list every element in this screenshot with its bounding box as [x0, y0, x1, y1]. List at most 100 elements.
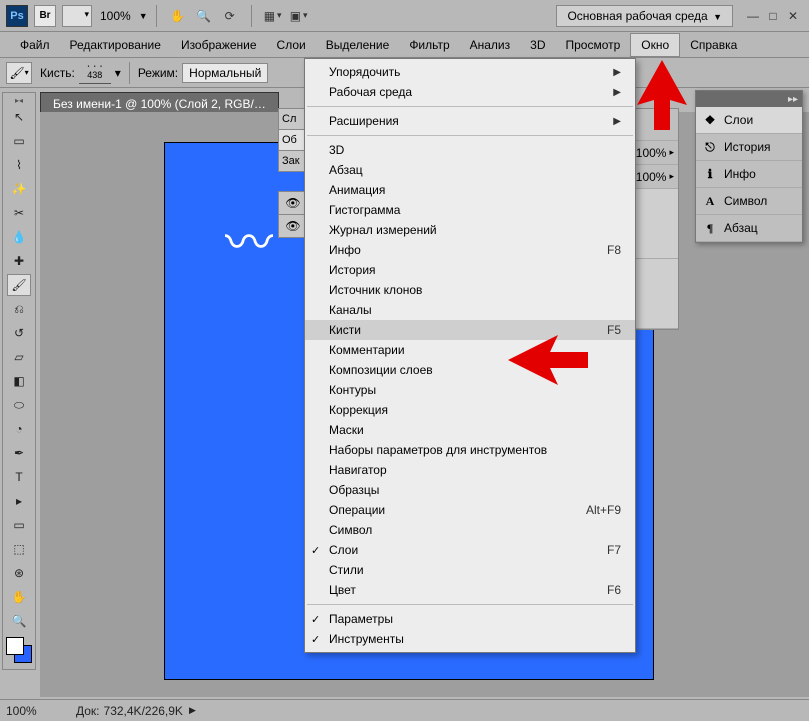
menu-entry[interactable]: Каналы [305, 300, 635, 320]
chevron-right-icon[interactable]: ▶ [189, 705, 196, 716]
zoom-level[interactable]: 100% [100, 9, 131, 23]
status-doc-value: 732,4K/226,9K [104, 704, 183, 718]
marquee-tool-icon[interactable]: ▭ [7, 130, 31, 152]
bridge-icon[interactable]: Br [34, 5, 56, 27]
workspace-switcher[interactable]: Основная рабочая среда ▼ [556, 5, 733, 27]
healing-brush-tool-icon[interactable]: ✚ [7, 250, 31, 272]
menu-item-редактирование[interactable]: Редактирование [60, 34, 171, 56]
gradient-tool-icon[interactable]: ◧ [7, 370, 31, 392]
menu-entry[interactable]: Расширения▶ [305, 111, 635, 131]
floating-panel-group: ▸▸ ❖Слои⎋ИсторияℹИнфоAСимвол¶Абзац [695, 90, 803, 243]
menu-entry[interactable]: Символ [305, 520, 635, 540]
chevron-double-right-icon[interactable]: ▸▸ [788, 94, 798, 105]
status-zoom[interactable]: 100% [6, 704, 66, 718]
menu-item-анализ[interactable]: Анализ [460, 34, 521, 56]
close-icon[interactable]: ✕ [786, 9, 800, 23]
eyedropper-tool-icon[interactable]: 💧 [7, 226, 31, 248]
menu-entry[interactable]: Источник клонов [305, 280, 635, 300]
blur-tool-icon[interactable]: ⬭ [7, 394, 31, 416]
eraser-tool-icon[interactable]: ▱ [7, 346, 31, 368]
panel-tab[interactable]: ℹИнфо [696, 161, 802, 188]
pen-tool-icon[interactable]: ✒ [7, 442, 31, 464]
menu-item-фильтр[interactable]: Фильтр [399, 34, 459, 56]
menu-item-справка[interactable]: Справка [680, 34, 747, 56]
menu-entry-label: Инструменты [329, 632, 621, 646]
menu-entry[interactable]: Анимация [305, 180, 635, 200]
chevron-down-icon[interactable]: ▼ [139, 11, 148, 21]
rotate-view-icon[interactable]: ⟳ [220, 6, 240, 26]
dodge-tool-icon[interactable]: ◔ [7, 418, 31, 440]
toolbox-grip[interactable]: ▸◂ [3, 95, 35, 105]
opacity-value[interactable]: 100% [636, 146, 667, 160]
chevron-down-icon[interactable]: ▾ [115, 66, 121, 80]
brush-tool-preset-icon[interactable]: 🖌▾ [6, 62, 32, 84]
menu-entry[interactable]: Наборы параметров для инструментов [305, 440, 635, 460]
hand-icon[interactable]: ✋ [168, 6, 188, 26]
blend-mode-combo[interactable]: Нормальный [182, 63, 268, 83]
menu-item-файл[interactable]: Файл [10, 34, 60, 56]
panel-header[interactable]: ▸▸ [696, 91, 802, 107]
path-select-tool-icon[interactable]: ▸ [7, 490, 31, 512]
separator [129, 62, 130, 84]
menu-divider [307, 135, 633, 136]
menu-entry[interactable]: Журнал измерений [305, 220, 635, 240]
arrange-docs-icon[interactable]: ▦▾ [263, 6, 283, 26]
menu-entry[interactable]: История [305, 260, 635, 280]
foreground-swatch[interactable] [6, 637, 24, 655]
zoom-tool-icon[interactable]: 🔍 [7, 610, 31, 632]
menu-entry[interactable]: Абзац [305, 160, 635, 180]
menu-entry[interactable]: 3D [305, 140, 635, 160]
menu-entry[interactable]: Маски [305, 420, 635, 440]
menu-entry-label: Стили [329, 563, 621, 577]
lasso-tool-icon[interactable]: ⌇ [7, 154, 31, 176]
menu-entry[interactable]: ✓Параметры [305, 609, 635, 629]
maximize-icon[interactable]: □ [766, 9, 780, 23]
menu-item-слои[interactable]: Слои [267, 34, 316, 56]
color-swatches[interactable] [6, 637, 32, 663]
chevron-right-icon[interactable]: ▸ [669, 147, 674, 158]
menu-entry[interactable]: Рабочая среда▶ [305, 82, 635, 102]
menu-entry[interactable]: Образцы [305, 480, 635, 500]
menu-shortcut: F7 [607, 543, 621, 557]
menu-entry[interactable]: ✓СлоиF7 [305, 540, 635, 560]
magic-wand-tool-icon[interactable]: ✨ [7, 178, 31, 200]
brush-preview[interactable]: ･ ･ ･ 438 [79, 62, 111, 84]
menu-shortcut: F6 [607, 583, 621, 597]
chevron-right-icon[interactable]: ▸ [669, 171, 674, 182]
menu-entry[interactable]: Упорядочить▶ [305, 62, 635, 82]
screen-layout-icon[interactable]: ▣▾ [289, 6, 309, 26]
panel-tab[interactable]: ⎋История [696, 134, 802, 161]
menu-item-просмотр[interactable]: Просмотр [555, 34, 630, 56]
clone-stamp-tool-icon[interactable]: ⎌ [7, 298, 31, 320]
brush-tool-icon[interactable]: 🖌 [7, 274, 31, 296]
menu-entry[interactable]: Гистограмма [305, 200, 635, 220]
menu-item-выделение[interactable]: Выделение [316, 34, 400, 56]
menu-entry[interactable]: ОперацииAlt+F9 [305, 500, 635, 520]
menu-entry[interactable]: ✓Инструменты [305, 629, 635, 649]
hand-tool-icon[interactable]: ✋ [7, 586, 31, 608]
menu-item-изображение[interactable]: Изображение [171, 34, 267, 56]
menu-entry[interactable]: Стили [305, 560, 635, 580]
zoom-icon[interactable]: 🔍 [194, 6, 214, 26]
panel-tab[interactable]: AСимвол [696, 188, 802, 215]
3d-tool-icon[interactable]: ⬚ [7, 538, 31, 560]
fill-value[interactable]: 100% [636, 170, 667, 184]
menu-shortcut: F5 [607, 323, 621, 337]
history-brush-tool-icon[interactable]: ↺ [7, 322, 31, 344]
menu-item-окно[interactable]: Окно [630, 33, 680, 57]
screen-mode-icon[interactable] [62, 5, 92, 27]
menu-entry[interactable]: Коррекция [305, 400, 635, 420]
crop-tool-icon[interactable]: ✂ [7, 202, 31, 224]
panel-tab[interactable]: ❖Слои [696, 107, 802, 134]
menu-entry[interactable]: Навигатор [305, 460, 635, 480]
type-tool-icon[interactable]: T [7, 466, 31, 488]
move-tool-icon[interactable]: ↖ [7, 106, 31, 128]
shape-tool-icon[interactable]: ▭ [7, 514, 31, 536]
photoshop-icon[interactable]: Ps [6, 5, 28, 27]
menu-item-3d[interactable]: 3D [520, 34, 555, 56]
panel-tab[interactable]: ¶Абзац [696, 215, 802, 242]
3d-camera-tool-icon[interactable]: ⊛ [7, 562, 31, 584]
menu-entry[interactable]: ЦветF6 [305, 580, 635, 600]
minimize-icon[interactable]: — [746, 9, 760, 23]
menu-entry[interactable]: ИнфоF8 [305, 240, 635, 260]
